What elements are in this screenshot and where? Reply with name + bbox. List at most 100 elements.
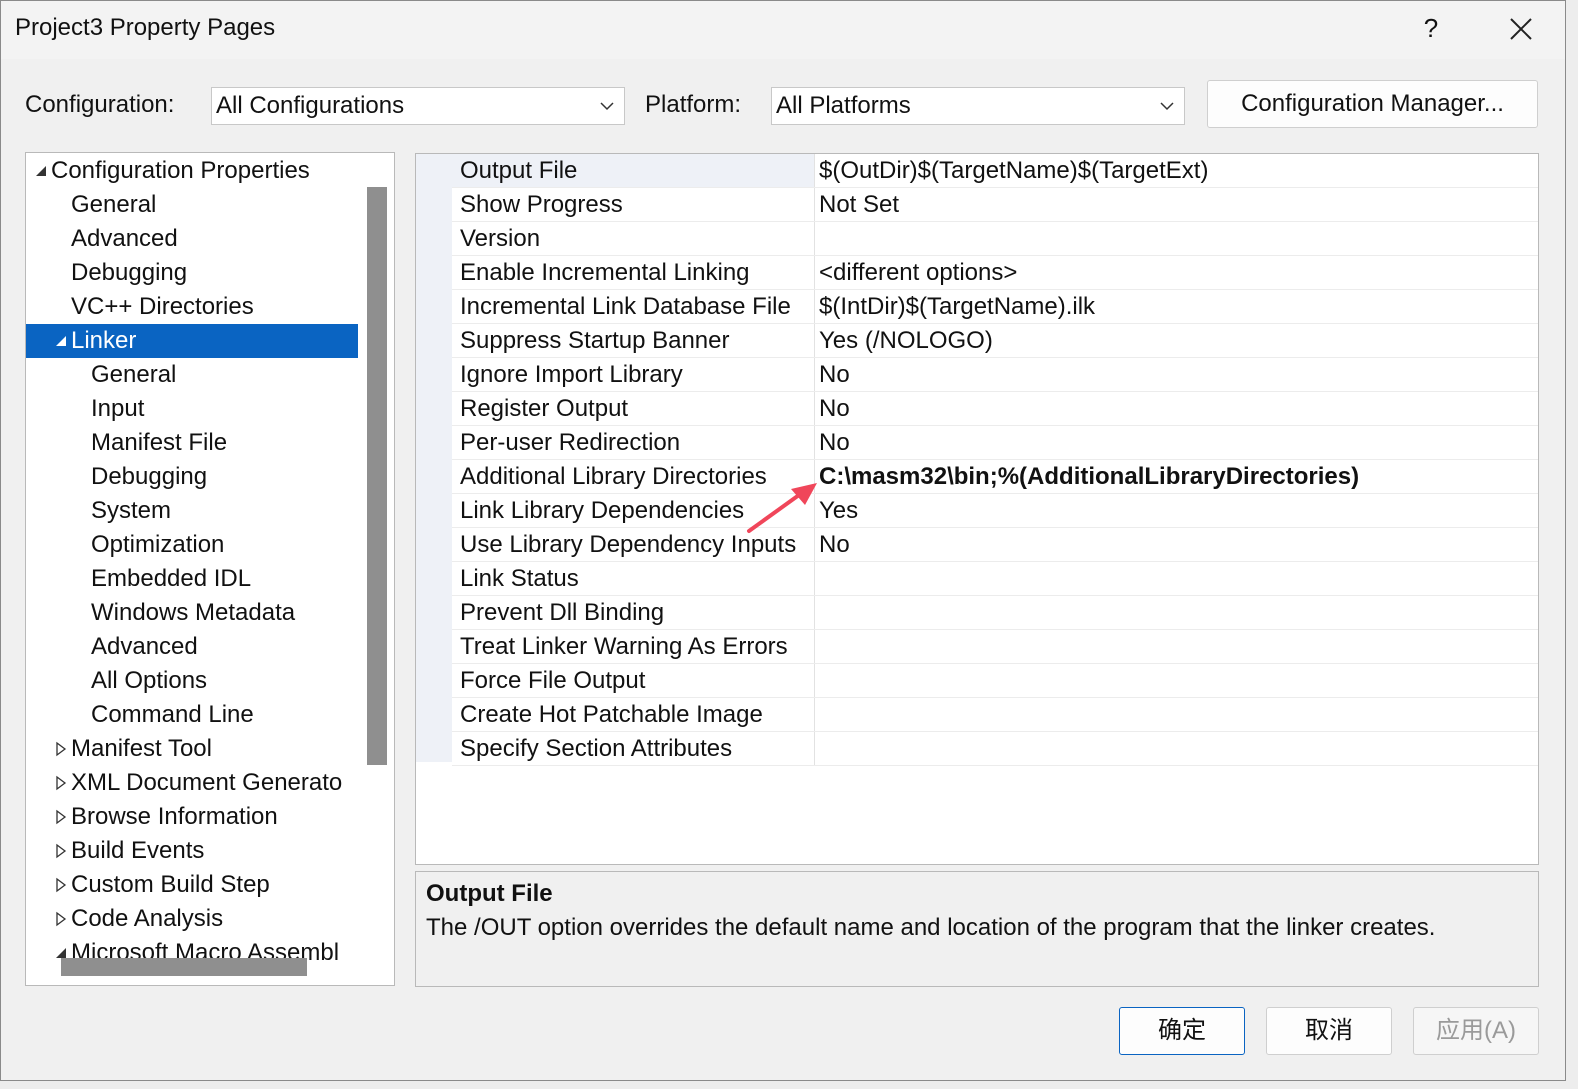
configuration-value: All Configurations bbox=[216, 92, 405, 119]
property-row[interactable]: Ignore Import Library No bbox=[452, 358, 1538, 392]
tree-item-label: Build Events bbox=[71, 837, 205, 864]
property-value[interactable]: $(OutDir)$(TargetName)$(TargetExt) bbox=[814, 154, 1538, 187]
property-name: Specify Section Attributes bbox=[460, 735, 733, 762]
property-name: Register Output bbox=[460, 395, 629, 422]
tree-vertical-scrollbar[interactable] bbox=[367, 187, 387, 765]
property-value[interactable]: No bbox=[814, 392, 1538, 425]
property-value[interactable]: Yes (/NOLOGO) bbox=[814, 324, 1538, 357]
tree-horizontal-scrollbar[interactable] bbox=[61, 958, 307, 976]
tree-item-label: Debugging bbox=[71, 259, 188, 286]
property-value[interactable]: No bbox=[814, 528, 1538, 561]
property-value[interactable]: Yes bbox=[814, 494, 1538, 527]
tree-item-label: Linker bbox=[71, 327, 137, 354]
property-row[interactable]: Create Hot Patchable Image bbox=[452, 698, 1538, 732]
tree-item-label: Manifest File bbox=[91, 429, 228, 456]
property-name: Version bbox=[460, 225, 541, 252]
title-bar: Project3 Property Pages ? bbox=[1, 1, 1565, 59]
property-grid: Output File $(OutDir)$(TargetName)$(Targe… bbox=[415, 153, 1539, 865]
tree-item-label: Configuration Properties bbox=[51, 157, 310, 184]
property-value[interactable]: C:\masm32\bin;%(AdditionalLibraryDirecto… bbox=[814, 460, 1538, 493]
property-value[interactable]: No bbox=[814, 358, 1538, 391]
property-name: Link Status bbox=[460, 565, 579, 592]
property-name: Output File bbox=[452, 154, 814, 187]
collapsed-triangle-icon[interactable] bbox=[54, 732, 68, 766]
collapsed-triangle-icon[interactable] bbox=[54, 868, 68, 902]
close-button[interactable] bbox=[1501, 9, 1541, 49]
property-row[interactable]: Additional Library Directories C:\masm32\… bbox=[452, 460, 1538, 494]
window-title: Project3 Property Pages bbox=[15, 14, 276, 41]
annotation-arrow-icon bbox=[747, 483, 817, 533]
tree-item-label: Browse Information bbox=[71, 803, 278, 830]
property-name: Incremental Link Database File bbox=[460, 293, 791, 320]
chevron-down-icon bbox=[600, 102, 614, 111]
ok-button[interactable]: 确定 bbox=[1119, 1007, 1245, 1055]
property-row[interactable]: Link Status bbox=[452, 562, 1538, 596]
tree-item-label: General bbox=[91, 361, 177, 388]
tree-item-label: Debugging bbox=[91, 463, 208, 490]
apply-button[interactable]: 应用(A) bbox=[1413, 1007, 1539, 1055]
property-value[interactable]: <different options> bbox=[814, 256, 1538, 289]
property-row[interactable]: Incremental Link Database File $(IntDir)$… bbox=[452, 290, 1538, 324]
property-value[interactable] bbox=[814, 630, 1538, 663]
property-value[interactable] bbox=[814, 732, 1538, 765]
property-row[interactable]: Per-user Redirection No bbox=[452, 426, 1538, 460]
property-row[interactable]: Force File Output bbox=[452, 664, 1538, 698]
tree-item-label: Optimization bbox=[91, 531, 225, 558]
help-button[interactable]: ? bbox=[1421, 13, 1441, 44]
property-row[interactable]: Output File $(OutDir)$(TargetName)$(Targe… bbox=[452, 154, 1538, 188]
property-value[interactable] bbox=[814, 596, 1538, 629]
tree-item-label: Embedded IDL bbox=[91, 565, 252, 592]
property-row[interactable]: Prevent Dll Binding bbox=[452, 596, 1538, 630]
tree-item-label: XML Document Generato bbox=[71, 769, 343, 796]
configuration-label: Configuration: bbox=[25, 91, 175, 118]
tree-item-label: Command Line bbox=[91, 701, 254, 728]
tree-item-label: Manifest Tool bbox=[71, 735, 212, 762]
tree-item-label: Code Analysis bbox=[71, 905, 224, 932]
property-name: Per-user Redirection bbox=[460, 429, 681, 456]
property-row[interactable]: Version bbox=[452, 222, 1538, 256]
property-value[interactable]: No bbox=[814, 426, 1538, 459]
property-row[interactable]: Specify Section Attributes bbox=[452, 732, 1538, 766]
tree-item-label: Custom Build Step bbox=[71, 871, 270, 898]
property-value[interactable] bbox=[814, 698, 1538, 731]
expanded-triangle-icon[interactable] bbox=[34, 154, 48, 188]
tree-item[interactable]: Linker bbox=[26, 324, 358, 358]
collapsed-triangle-icon[interactable] bbox=[54, 800, 68, 834]
platform-dropdown[interactable]: All Platforms bbox=[771, 87, 1185, 125]
property-row[interactable]: Enable Incremental Linking <different opt… bbox=[452, 256, 1538, 290]
property-name: Force File Output bbox=[460, 667, 646, 694]
property-name: Ignore Import Library bbox=[460, 361, 683, 388]
tree-item-label: General bbox=[71, 191, 157, 218]
collapsed-triangle-icon[interactable] bbox=[54, 766, 68, 800]
property-row[interactable]: Show Progress Not Set bbox=[452, 188, 1538, 222]
expanded-triangle-icon[interactable] bbox=[54, 324, 68, 358]
property-row[interactable]: Use Library Dependency Inputs No bbox=[452, 528, 1538, 562]
property-name: Prevent Dll Binding bbox=[460, 599, 665, 626]
description-text: The /OUT option overrides the default na… bbox=[426, 914, 1436, 941]
property-row[interactable]: Treat Linker Warning As Errors bbox=[452, 630, 1538, 664]
property-value[interactable]: $(IntDir)$(TargetName).ilk bbox=[814, 290, 1538, 323]
platform-value: All Platforms bbox=[776, 92, 911, 119]
grid-gutter bbox=[416, 154, 452, 762]
property-value[interactable]: Not Set bbox=[814, 188, 1538, 221]
property-row[interactable]: Link Library Dependencies Yes bbox=[452, 494, 1538, 528]
property-value[interactable] bbox=[814, 664, 1538, 697]
property-tree: Microsoft Macro Assembl Code Analysis Cust… bbox=[25, 152, 395, 986]
collapsed-triangle-icon[interactable] bbox=[54, 902, 68, 936]
property-name: Show Progress bbox=[460, 191, 623, 218]
collapsed-triangle-icon[interactable] bbox=[54, 834, 68, 868]
tree-item-label: Input bbox=[91, 395, 145, 422]
property-name: Treat Linker Warning As Errors bbox=[460, 633, 788, 660]
property-pages-dialog: Project3 Property Pages ? Configuration:… bbox=[0, 0, 1566, 1081]
property-value[interactable] bbox=[814, 562, 1538, 595]
property-row[interactable]: Register Output No bbox=[452, 392, 1538, 426]
tree-item-label: VC++ Directories bbox=[71, 293, 254, 320]
configuration-dropdown[interactable]: All Configurations bbox=[211, 87, 625, 125]
configuration-manager-button[interactable]: Configuration Manager... bbox=[1207, 80, 1538, 128]
property-value[interactable] bbox=[814, 222, 1538, 255]
close-icon bbox=[1510, 18, 1532, 40]
property-name: Create Hot Patchable Image bbox=[460, 701, 763, 728]
cancel-button[interactable]: 取消 bbox=[1266, 1007, 1392, 1055]
property-name: Suppress Startup Banner bbox=[460, 327, 730, 354]
property-row[interactable]: Suppress Startup Banner Yes (/NOLOGO) bbox=[452, 324, 1538, 358]
